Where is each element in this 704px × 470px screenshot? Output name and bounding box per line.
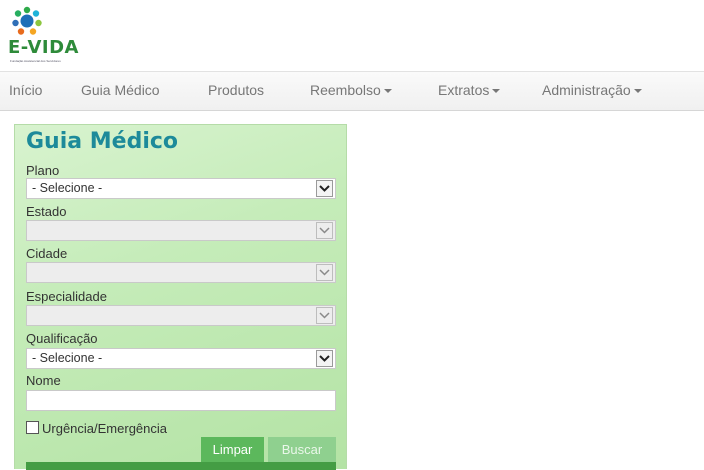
guia-medico-panel: Guia Médico Plano - Selecione - Estado C… [14,124,347,470]
nome-input[interactable] [26,390,336,411]
logo-text: E-VIDA [8,37,79,58]
chevron-down-icon[interactable] [316,307,333,324]
especialidade-label: Especialidade [26,289,107,304]
nav-item-label: Extratos [438,82,490,98]
caret-down-icon [633,89,642,94]
nav-item-label: Produtos [208,82,265,98]
nav-item-label: Administração [542,82,631,98]
nav-item-inicio[interactable]: Início [9,72,42,110]
caret-down-icon [492,89,501,94]
nome-label: Nome [26,373,61,388]
nav-item-label: Reembolso [310,82,381,98]
nav-item-produtos[interactable]: Produtos [208,72,264,110]
qualificacao-select[interactable]: - Selecione - [26,348,336,369]
qualificacao-label: Qualificação [26,331,98,346]
estado-select[interactable] [26,220,336,241]
panel-title: Guia Médico [26,129,179,154]
chevron-down-icon[interactable] [316,222,333,239]
nav-item-guia-medico[interactable]: Guia Médico [81,72,160,110]
cidade-select[interactable] [26,262,336,283]
nav-item-extratos[interactable]: Extratos [438,72,501,110]
nav-item-administracao[interactable]: Administração [542,72,642,110]
clear-button[interactable]: Limpar [201,437,264,462]
nav-item-label: Início [9,82,43,98]
urgencia-checkbox[interactable] [26,421,39,434]
especialidade-select[interactable] [26,305,336,326]
plano-select[interactable]: - Selecione - [26,178,336,199]
urgencia-checkbox-row[interactable]: Urgência/Emergência [26,421,167,436]
plano-label: Plano [26,163,60,178]
estado-label: Estado [26,204,67,219]
chevron-down-icon[interactable] [316,350,333,367]
urgencia-label: Urgência/Emergência [42,421,168,436]
chevron-down-icon[interactable] [316,264,333,281]
caret-down-icon [383,89,392,94]
nav-item-reembolso[interactable]: Reembolso [310,72,392,110]
logo[interactable]: E-VIDA Fundação Assistencial dos Servido… [6,6,96,63]
search-button[interactable]: Buscar [268,437,336,462]
nav-item-label: Guia Médico [81,82,160,98]
chevron-down-icon[interactable] [316,180,333,197]
logo-tagline: Fundação Assistencial dos Servidores [10,59,61,63]
cidade-label: Cidade [26,246,68,261]
main-navbar: Início Guia Médico Produtos Reembolso Ex… [0,71,704,111]
qualificacao-select-value: - Selecione - [32,351,103,365]
logo-emblem-icon [12,6,42,35]
plano-select-value: - Selecione - [32,181,103,195]
